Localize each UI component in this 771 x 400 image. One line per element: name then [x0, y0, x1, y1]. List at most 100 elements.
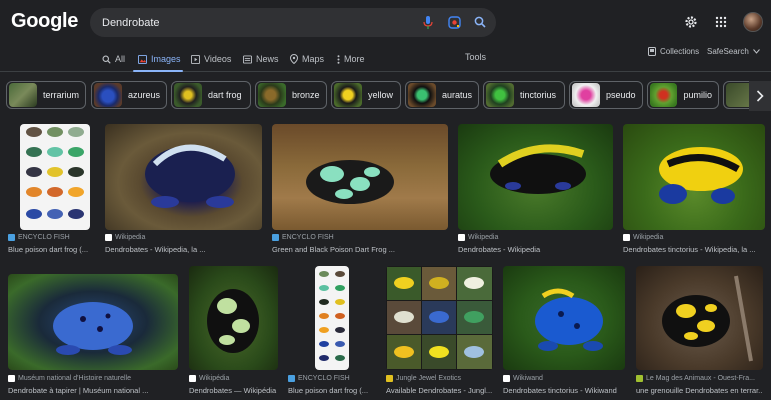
site-favicon-icon [288, 375, 295, 382]
site-favicon-icon [386, 375, 393, 382]
account-avatar[interactable] [743, 12, 763, 32]
result-title[interactable]: une grenouille Dendrobates en terrar... [636, 386, 763, 395]
lens-icon[interactable] [446, 14, 462, 30]
result-thumbnail [8, 274, 178, 370]
result-thumbnail [623, 124, 765, 230]
chip-thumbnail [650, 83, 678, 107]
result-thumbnail [386, 266, 493, 370]
result-source: ENCYCLO FISH [272, 234, 334, 241]
image-result[interactable]: Wikipédia Dendrobates — Wikipédia [189, 266, 278, 400]
news-icon [243, 54, 252, 64]
chip-tinctorius[interactable]: tinctorius [483, 81, 565, 109]
image-result[interactable]: ENCYCLO FISH Green and Black Poison Dart… [272, 124, 448, 256]
result-thumbnail [315, 266, 349, 370]
tab-maps[interactable]: Maps [290, 52, 324, 66]
chip-bronze[interactable]: bronze [255, 81, 327, 109]
result-title[interactable]: Dendrobates — Wikipédia [189, 386, 278, 395]
chip-azureus[interactable]: azureus [91, 81, 167, 109]
result-source: Wikipédia [189, 375, 229, 382]
google-logo[interactable]: Google [11, 10, 78, 33]
chip-thumbnail [408, 83, 436, 107]
chip-pumilio[interactable]: pumilio [647, 81, 719, 109]
result-title[interactable]: Dendrobate à tapirer | Muséum national .… [8, 386, 178, 395]
chip-thumbnail [334, 83, 362, 107]
image-result[interactable]: Wikipedia Dendrobates tinctorius - Wikip… [623, 124, 765, 256]
image-result[interactable]: Wikipedia Dendrobates - Wikipedia [458, 124, 613, 256]
chip-auratus[interactable]: auratus [405, 81, 479, 109]
tab-images[interactable]: Images [138, 52, 181, 66]
result-thumbnail [636, 266, 763, 370]
search-tabs: All Images Videos News Maps More Tools C… [0, 46, 771, 72]
result-source: Wikiwand [503, 375, 543, 382]
result-source: Wikipedia [458, 234, 498, 241]
chips-next-button[interactable] [749, 81, 771, 111]
image-result[interactable]: ENCYCLO FISH Blue poison dart frog (... [288, 266, 376, 400]
wikipedia-favicon-icon [623, 234, 630, 241]
search-icon[interactable] [472, 14, 488, 30]
search-input[interactable] [102, 8, 402, 37]
settings-gear-icon[interactable] [683, 14, 699, 30]
result-thumbnail [105, 124, 262, 230]
chip-pseudo[interactable]: pseudo [569, 81, 643, 109]
result-source: Jungle Jewel Exotics [386, 375, 461, 382]
search-box[interactable] [90, 8, 496, 37]
tab-news[interactable]: News [243, 52, 279, 66]
result-thumbnail [503, 266, 625, 370]
site-favicon-icon [8, 375, 15, 382]
result-source: Muséum national d'Histoire naturelle [8, 375, 131, 382]
wikipedia-favicon-icon [105, 234, 112, 241]
image-icon [138, 54, 147, 64]
site-favicon-icon [272, 234, 279, 241]
result-source: Wikipedia [105, 234, 145, 241]
result-title[interactable]: Green and Black Poison Dart Frog ... [272, 245, 448, 254]
result-title[interactable]: Available Dendrobates - Jungl... [386, 386, 493, 395]
map-pin-icon [290, 54, 298, 64]
chip-thumbnail [486, 83, 514, 107]
tab-all[interactable]: All [102, 52, 125, 66]
chip-thumbnail [258, 83, 286, 107]
site-favicon-icon [503, 375, 510, 382]
chip-thumbnail [572, 83, 600, 107]
chip-yellow[interactable]: yellow [331, 81, 401, 109]
result-source: Le Mag des Animaux - Ouest-Fra... [636, 375, 755, 382]
related-search-chips: terrarium azureus dart frog bronze yello… [0, 81, 771, 111]
tab-videos[interactable]: Videos [191, 52, 231, 66]
result-title[interactable]: Dendrobates - Wikipedia [458, 245, 613, 254]
safesearch-button[interactable]: SafeSearch [707, 47, 760, 56]
apps-grid-icon[interactable] [713, 14, 729, 30]
result-source: ENCYCLO FISH [288, 375, 350, 382]
result-title[interactable]: Dendrobates tinctorius - Wikiwand [503, 386, 625, 395]
result-title[interactable]: Blue poison dart frog (... [8, 245, 98, 254]
tools-button[interactable]: Tools [465, 52, 486, 62]
active-tab-indicator [133, 70, 183, 72]
collections-icon [648, 47, 656, 56]
chip-thumbnail [94, 83, 122, 107]
result-title[interactable]: Dendrobates - Wikipedia, la ... [105, 245, 262, 254]
video-icon [191, 54, 200, 64]
result-title[interactable]: Dendrobates tinctorius - Wikipedia, la .… [623, 245, 765, 254]
result-thumbnail [189, 266, 278, 370]
result-thumbnail [458, 124, 613, 230]
chevron-down-icon [752, 49, 760, 54]
header: Google [0, 0, 771, 46]
chip-thumbnail [9, 83, 37, 107]
result-thumbnail [272, 124, 448, 230]
collections-button[interactable]: Collections [648, 47, 699, 56]
search-icon [102, 54, 111, 64]
result-title[interactable]: Blue poison dart frog (... [288, 386, 376, 395]
chip-terrarium[interactable]: terrarium [6, 81, 86, 109]
image-result[interactable]: Wikipedia Dendrobates - Wikipedia, la ..… [105, 124, 262, 256]
image-result[interactable]: Jungle Jewel Exotics Available Dendrobat… [386, 266, 493, 400]
microphone-icon[interactable] [420, 14, 436, 30]
chip-dart-frog[interactable]: dart frog [171, 81, 251, 109]
chevron-right-icon [756, 90, 764, 102]
site-favicon-icon [8, 234, 15, 241]
image-result[interactable]: ENCYCLO FISH Blue poison dart frog (... [8, 124, 98, 256]
image-result[interactable]: Muséum national d'Histoire naturelle Den… [8, 274, 178, 400]
result-thumbnail [20, 124, 90, 230]
tab-more[interactable]: More [337, 52, 365, 66]
image-result[interactable]: Le Mag des Animaux - Ouest-Fra... une gr… [636, 266, 763, 400]
image-result[interactable]: Wikiwand Dendrobates tinctorius - Wikiwa… [503, 266, 625, 400]
more-vertical-icon [337, 54, 340, 64]
wikipedia-favicon-icon [458, 234, 465, 241]
